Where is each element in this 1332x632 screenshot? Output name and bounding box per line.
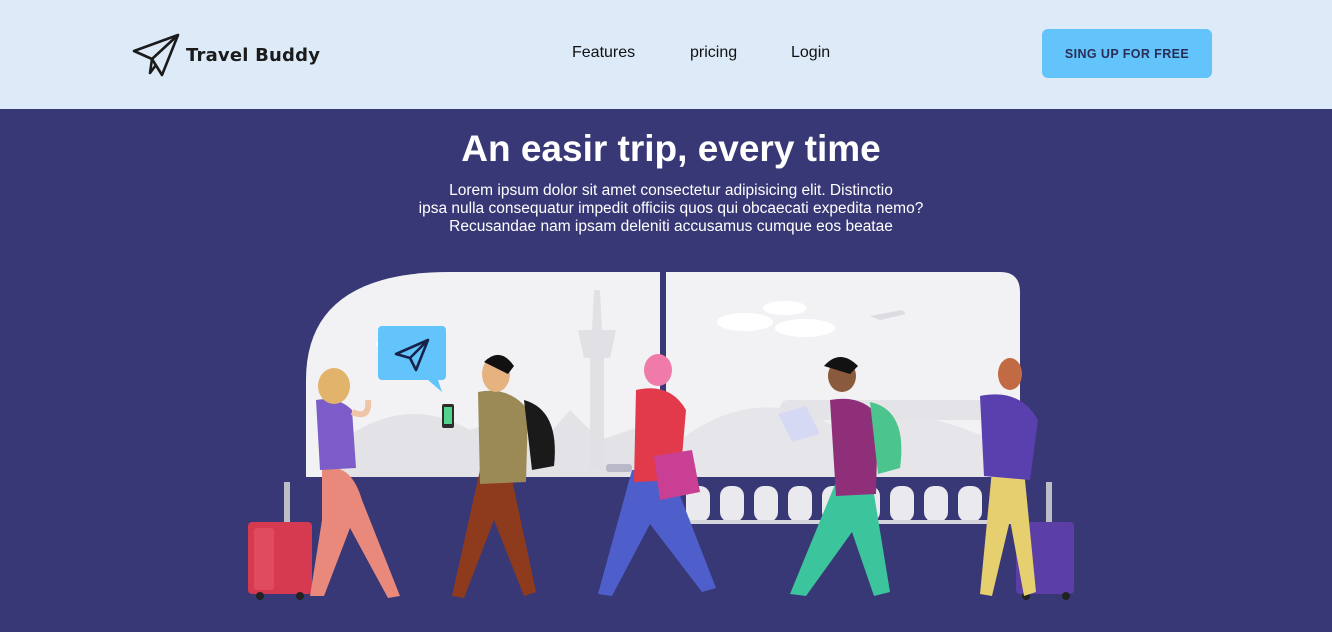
paper-plane-icon xyxy=(132,33,180,77)
nav-link-pricing[interactable]: pricing xyxy=(690,44,737,62)
hero-title: An easir trip, every time xyxy=(461,128,881,169)
site-header: Travel Buddy Features pricing Login SING… xyxy=(0,0,1332,109)
nav-link-features[interactable]: Features xyxy=(572,44,635,62)
hero-description-line: Recusandae nam ipsam deleniti accusamus … xyxy=(449,218,893,235)
hero-description: Lorem ipsum dolor sit amet consectetur a… xyxy=(0,182,1332,236)
hero-description-line: Lorem ipsum dolor sit amet consectetur a… xyxy=(449,182,893,199)
brand-name: Travel Buddy xyxy=(186,44,321,66)
hero-illustration xyxy=(240,270,1100,610)
brand-logo[interactable]: Travel Buddy xyxy=(132,33,320,77)
signup-button[interactable]: SING UP FOR FREE xyxy=(1042,29,1212,78)
hero-description-line: ipsa nulla consequatur impedit officiis … xyxy=(418,200,924,217)
nav-link-login[interactable]: Login xyxy=(791,44,830,62)
